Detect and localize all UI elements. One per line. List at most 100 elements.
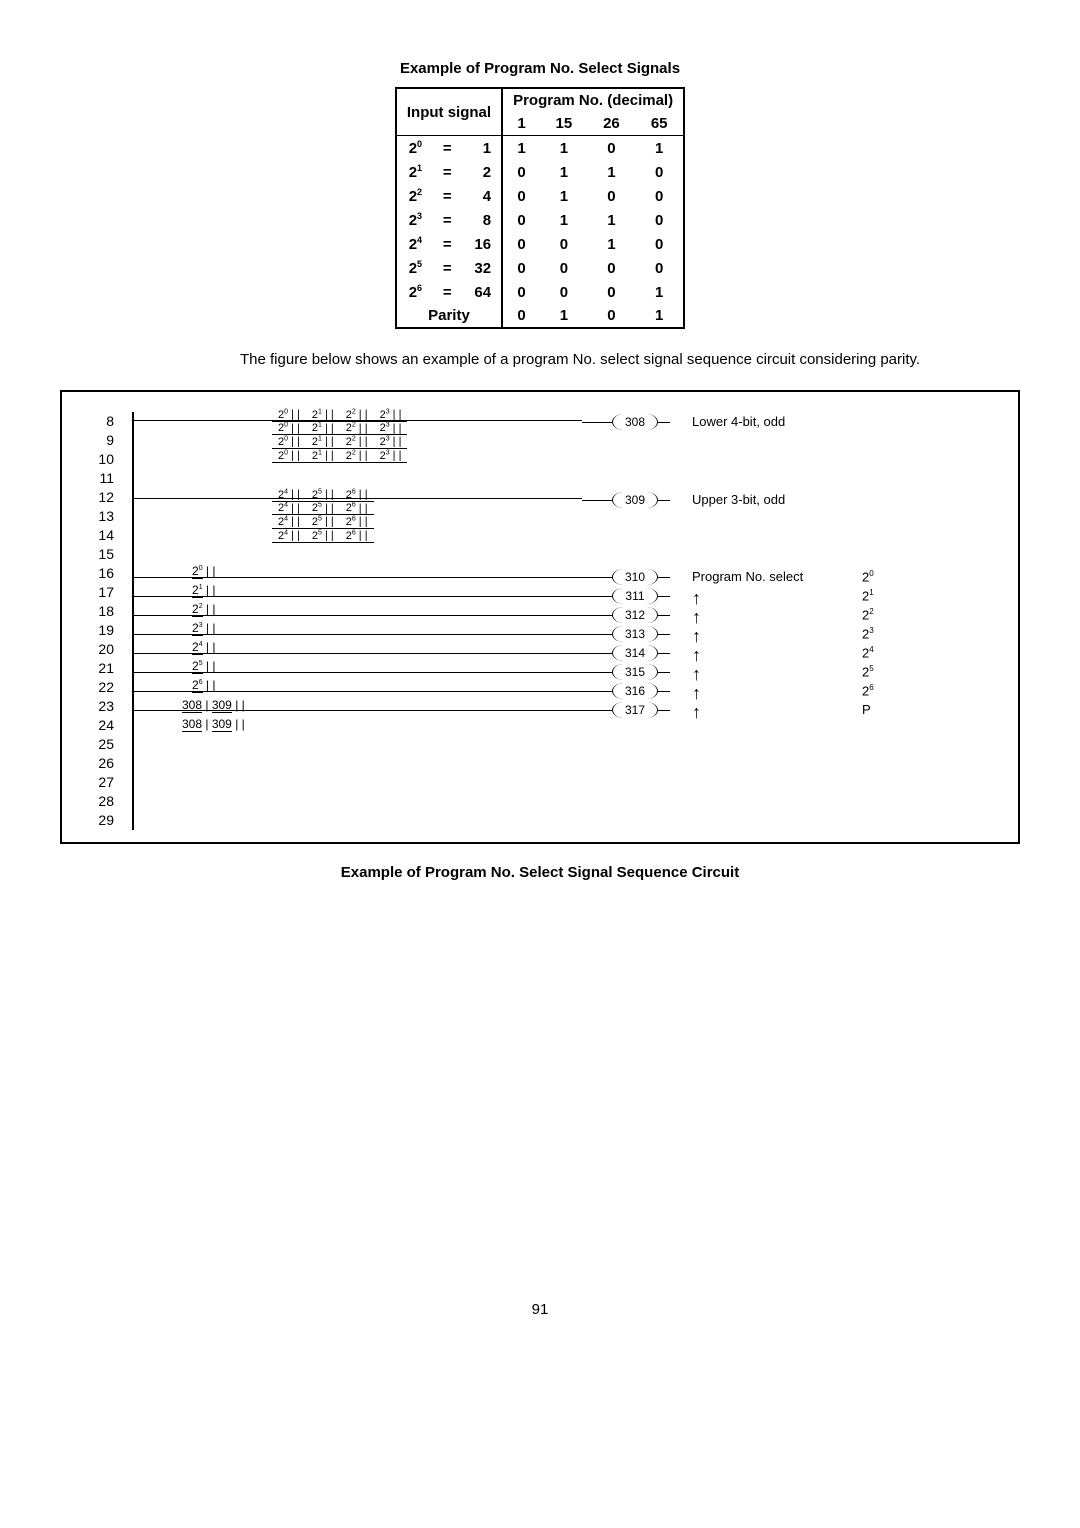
coil-bit: 24 xyxy=(862,645,874,660)
rung-number: 17 xyxy=(92,583,114,602)
contact: 26 | | xyxy=(192,678,216,697)
table-row: 24=160010 xyxy=(396,232,684,256)
rung-number: 8 xyxy=(92,412,114,431)
rung-wire xyxy=(134,498,582,499)
hdr-input: Input signal xyxy=(396,88,502,136)
coil-312: 312 xyxy=(582,607,670,623)
rung-wire xyxy=(134,615,582,616)
table-row: 20=11101 xyxy=(396,136,684,161)
rung-wire xyxy=(134,420,582,421)
rung-number: 13 xyxy=(92,507,114,526)
signals-table: Input signal Program No. (decimal) 1 15 … xyxy=(395,87,685,329)
parity-relay-contacts: 308 | 309 | |308 | 309 | | xyxy=(182,698,245,736)
coil-310: 310 xyxy=(582,569,670,585)
contact: 26 | | xyxy=(340,488,374,501)
rung-wire xyxy=(134,634,582,635)
contact: 21 | | xyxy=(306,421,340,435)
parity-c3: 0 xyxy=(588,304,636,328)
coil-label: ↑ xyxy=(692,626,701,647)
coil-bit: 25 xyxy=(862,664,874,679)
left-bus xyxy=(132,412,134,830)
rung-number: 11 xyxy=(92,469,114,488)
contact: 23 | | xyxy=(374,421,408,435)
coil-313: 313 xyxy=(582,626,670,642)
table-row: 23=80110 xyxy=(396,208,684,232)
rung-number: 12 xyxy=(92,488,114,507)
coil-bit: P xyxy=(862,702,871,717)
rung-number: 10 xyxy=(92,450,114,469)
col-1: 1 xyxy=(502,112,540,136)
contact: 26 | | xyxy=(340,515,374,529)
coil-shape: 317 xyxy=(612,702,658,718)
diagram-caption: Example of Program No. Select Signal Seq… xyxy=(50,864,1030,881)
contact: 26 | | xyxy=(340,501,374,515)
ditto-arrow-icon: ↑ xyxy=(692,626,701,646)
ditto-arrow-icon: ↑ xyxy=(692,588,701,608)
rung-number: 26 xyxy=(92,754,114,773)
rung-number: 28 xyxy=(92,792,114,811)
coil-shape: 314 xyxy=(612,645,658,661)
rung-number: 9 xyxy=(92,431,114,450)
coil-shape: 316 xyxy=(612,683,658,699)
rung-wire xyxy=(134,596,582,597)
page-number: 91 xyxy=(50,1301,1030,1318)
coil-label: ↑ xyxy=(692,683,701,704)
contact: 23 | | xyxy=(192,621,216,640)
col-15: 15 xyxy=(540,112,588,136)
rung-wire xyxy=(134,672,582,673)
bit-select-contacts: 20 | |21 | |22 | |23 | |24 | |25 | |26 |… xyxy=(192,564,216,697)
contact: 26 | | xyxy=(340,528,374,542)
coil-311: 311 xyxy=(582,588,670,604)
signals-table-wrap: Input signal Program No. (decimal) 1 15 … xyxy=(50,87,1030,329)
contact: 22 | | xyxy=(340,435,374,449)
coil-shape: 315 xyxy=(612,664,658,680)
coil-label: ↑ xyxy=(692,588,701,609)
col-26: 26 xyxy=(588,112,636,136)
coil-bit: 21 xyxy=(862,588,874,603)
rung-number: 23 xyxy=(92,697,114,716)
rung-numbers: 8910111213141516171819202122232425262728… xyxy=(92,412,114,830)
coil-bit: 22 xyxy=(862,607,874,622)
coil-shape: 308 xyxy=(612,414,658,430)
contact: 23 | | xyxy=(374,448,408,462)
contact: 25 | | xyxy=(306,488,340,501)
coil-shape: 309 xyxy=(612,492,658,508)
contact: 22 | | xyxy=(340,421,374,435)
coil-308: 308 xyxy=(582,414,670,430)
upper-3bit-contacts: 24 | |25 | |26 | |24 | |25 | |26 | |24 |… xyxy=(272,488,374,543)
rung-number: 27 xyxy=(92,773,114,792)
coil-label: ↑ xyxy=(692,664,701,685)
ditto-arrow-icon: ↑ xyxy=(692,607,701,627)
col-65: 65 xyxy=(635,112,684,136)
coil-317: 317 xyxy=(582,702,670,718)
coil-bit: 23 xyxy=(862,626,874,641)
coil-bit: 26 xyxy=(862,683,874,698)
coil-shape: 311 xyxy=(612,588,658,604)
table-row: 26=640001 xyxy=(396,280,684,304)
description-paragraph: The figure below shows an example of a p… xyxy=(240,349,960,370)
contact: 21 | | xyxy=(192,583,216,602)
contact: 20 | | xyxy=(272,421,306,435)
rung-number: 25 xyxy=(92,735,114,754)
contact: 24 | | xyxy=(272,528,306,542)
contact-pair: 308 | 309 | | xyxy=(182,717,245,736)
contact: 22 | | xyxy=(340,448,374,462)
coil-shape: 312 xyxy=(612,607,658,623)
contact: 21 | | xyxy=(306,435,340,449)
coil-314: 314 xyxy=(582,645,670,661)
contact: 24 | | xyxy=(272,488,306,501)
lower-4bit-contacts: 20 | |21 | |22 | |23 | |20 | |21 | |22 |… xyxy=(272,408,407,463)
table-row: 22=40100 xyxy=(396,184,684,208)
parity-c4: 1 xyxy=(635,304,684,328)
coil-315: 315 xyxy=(582,664,670,680)
coil-label: Upper 3-bit, odd xyxy=(692,492,785,507)
rung-wire xyxy=(134,710,582,711)
rung-wire xyxy=(134,653,582,654)
contact: 25 | | xyxy=(306,501,340,515)
contact: 21 | | xyxy=(306,448,340,462)
table-row: 21=20110 xyxy=(396,160,684,184)
coil-shape: 310 xyxy=(612,569,658,585)
coil-bit: 20 xyxy=(862,569,874,584)
coil-309: 309 xyxy=(582,492,670,508)
contact: 24 | | xyxy=(272,501,306,515)
